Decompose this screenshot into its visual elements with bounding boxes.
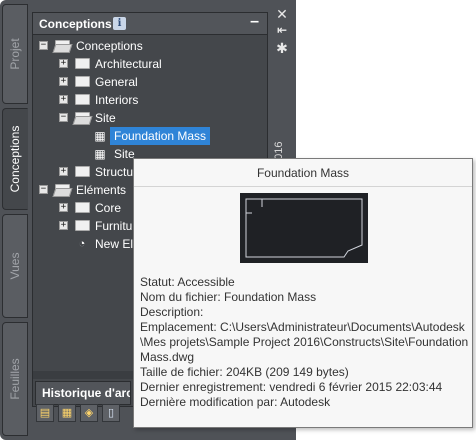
tab-projet[interactable]: Projet <box>2 4 28 104</box>
expand-icon[interactable]: + <box>59 59 68 68</box>
bottom-toolbar: ▤ ▦ ◈ ▯ <box>32 402 132 426</box>
open-folder-icon <box>75 112 90 123</box>
open-folder-icon <box>55 40 70 51</box>
collapse-icon[interactable]: − <box>39 41 48 50</box>
folder-icon <box>75 166 90 177</box>
auto-hide-icon[interactable]: ⇤ <box>274 22 290 38</box>
tab-feuilles-label: Feuilles <box>8 358 22 400</box>
tree-label: General <box>95 75 138 89</box>
last-saved-line: Dernier enregistrement: vendredi 6 févri… <box>140 380 443 394</box>
expand-icon[interactable]: + <box>59 77 68 86</box>
expand-icon[interactable]: + <box>59 203 68 212</box>
tab-projet-label: Projet <box>8 38 22 70</box>
tree-label: Conceptions <box>76 39 143 53</box>
panel-header: Conceptions i – <box>33 13 267 35</box>
tooltip-title: Foundation Mass <box>134 159 472 187</box>
tree-label: Core <box>95 201 122 215</box>
tab-conceptions[interactable]: Conceptions <box>2 108 28 210</box>
file-tooltip: Foundation Mass Statut: Accessible Nom d… <box>133 158 473 428</box>
construct-icon: ▦ <box>94 129 106 143</box>
expand-icon[interactable]: + <box>59 221 68 230</box>
add-construct-icon[interactable]: ▦ <box>58 404 76 422</box>
expand-icon[interactable]: + <box>59 95 68 104</box>
filename-line: Nom du fichier: Foundation Mass <box>140 290 317 304</box>
expand-icon[interactable]: + <box>59 167 68 176</box>
location-line-1: Emplacement: C:\Users\Administrateur\Doc… <box>140 320 465 334</box>
drawing-thumbnail <box>240 193 368 263</box>
close-icon[interactable]: ✕ <box>274 6 290 22</box>
tree-item-general[interactable]: + General <box>33 73 267 91</box>
folder-icon <box>75 202 90 213</box>
tree-item-interiors[interactable]: + Interiors <box>33 91 267 109</box>
filesize-line: Taille de fichier: 204KB (209 149 bytes) <box>140 365 349 379</box>
location-line-2: \Mes projets\Sample Project 2016\Constru… <box>140 335 469 349</box>
location-line-3: Mass.dwg <box>140 350 195 364</box>
tab-vues[interactable]: Vues <box>2 214 28 318</box>
tab-conceptions-label: Conceptions <box>8 125 22 193</box>
folder-icon <box>75 58 90 69</box>
description-line: Description: <box>140 305 204 319</box>
open-folder-icon <box>55 184 70 195</box>
tab-vues-label: Vues <box>8 252 22 280</box>
tree-item-site[interactable]: − Site <box>33 109 267 127</box>
tree-label: Site <box>114 147 135 161</box>
collapse-icon[interactable]: − <box>39 185 48 194</box>
tree-item-conceptions[interactable]: − Conceptions <box>33 37 267 55</box>
folder-icon <box>75 76 90 87</box>
tooltip-details: Statut: Accessible Nom du fichier: Found… <box>140 275 470 410</box>
add-element-icon[interactable]: ◈ <box>80 404 98 422</box>
tree-label: Interiors <box>95 93 139 107</box>
collapse-icon[interactable]: − <box>59 113 68 122</box>
tree-item-architectural[interactable]: + Architectural <box>33 55 267 73</box>
info-icon[interactable]: i <box>113 17 126 30</box>
properties-icon[interactable]: ✱ <box>274 40 290 56</box>
new-file-icon[interactable]: ▯ <box>102 404 120 422</box>
tree-label: Eléments <box>76 183 127 197</box>
tree-label: Architectural <box>95 57 162 71</box>
tree-label: Structur <box>95 165 138 179</box>
thumbnail-drawing <box>245 198 363 258</box>
panel-title: Conceptions <box>39 17 112 31</box>
tree-label: Site <box>95 111 116 125</box>
tab-feuilles[interactable]: Feuilles <box>2 322 28 436</box>
tree-item-foundation-mass[interactable]: ▦ Foundation Mass <box>33 127 267 145</box>
last-modified-line: Dernière modification par: Autodesk <box>140 395 331 409</box>
tree-label: Furnitu <box>95 219 133 233</box>
construct-icon: ▦ <box>94 147 106 161</box>
historique-label: Historique d'arc <box>42 386 131 400</box>
tree-label: Foundation Mass <box>110 127 211 145</box>
element-icon: ◔ <box>78 238 86 250</box>
folder-icon <box>75 220 90 231</box>
status-line: Statut: Accessible <box>140 275 235 289</box>
folder-icon <box>75 94 90 105</box>
add-category-icon[interactable]: ▤ <box>36 404 54 422</box>
minimize-button[interactable]: – <box>250 13 259 31</box>
